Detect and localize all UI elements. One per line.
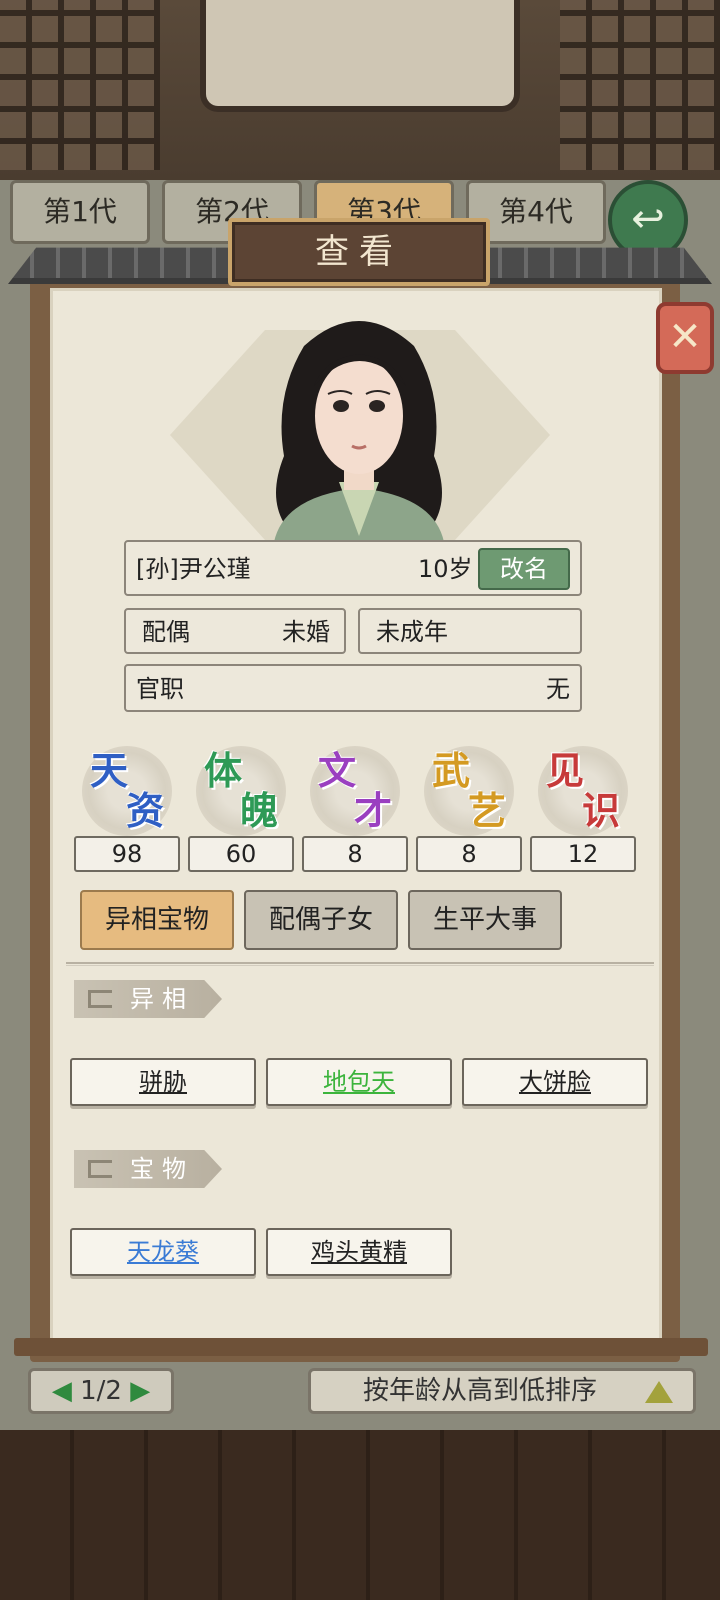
attribute-char-2: 才 [354,788,393,833]
dialog-base [14,1338,708,1356]
attribute-talent: 天 资 98 [74,740,180,874]
spouse-row: 配偶 未婚 [124,608,346,654]
name-row: [孙]尹公瑾 10岁 改名 [124,540,582,596]
attribute-value: 12 [530,836,636,872]
treasures-title: 宝物 [130,1155,194,1183]
fret-pattern-icon [88,990,112,1008]
character-name: [孙]尹公瑾 [136,555,251,583]
trait-item[interactable]: 骈胁 [70,1058,256,1106]
sort-button[interactable]: 按年龄从高到低排序 [308,1368,696,1414]
adult-status-row: 未成年 [358,608,582,654]
character-age: 10岁 [418,555,473,583]
trait-item[interactable]: 大饼脸 [462,1058,648,1106]
office-label: 官职 [136,675,184,703]
tab-traits-treasures[interactable]: 异相宝物 [80,890,234,950]
prev-page-icon[interactable]: ◀ [52,1376,72,1406]
character-portrait [274,321,444,542]
lattice-window-left [0,0,160,170]
attribute-value: 98 [74,836,180,872]
attribute-martial: 武 艺 8 [416,740,522,874]
page-number: 1/2 [80,1376,122,1406]
tab-generation-1[interactable]: 第1代 [10,180,150,244]
tab-spouse-children[interactable]: 配偶子女 [244,890,398,950]
spouse-label: 配偶 [142,618,190,646]
fret-pattern-icon [88,1160,112,1178]
office-row: 官职 无 [124,664,582,712]
tab-life-events[interactable]: 生平大事 [408,890,562,950]
section-divider [66,962,654,966]
background-floor [0,1430,720,1600]
return-arrow-icon: ↩ [631,196,665,242]
attribute-char-1: 见 [546,748,585,793]
treasure-item[interactable]: 天龙葵 [70,1228,256,1276]
attribute-char-2: 识 [582,788,621,833]
dialog-title-plate: 查看 [228,218,490,286]
attribute-value: 60 [188,836,294,872]
sort-triangle-icon [645,1381,673,1403]
attribute-char-1: 文 [318,748,357,793]
sort-label: 按年龄从高到低排序 [363,1376,598,1406]
close-button[interactable]: ✕ [656,302,714,374]
attribute-char-1: 体 [204,748,243,793]
dialog-title: 查看 [315,232,403,272]
spouse-value: 未婚 [282,618,330,646]
rename-button[interactable]: 改名 [478,548,570,590]
treasures-banner: 宝物 [74,1150,222,1188]
trait-item[interactable]: 地包天 [266,1058,452,1106]
office-value: 无 [546,675,570,703]
attribute-char-1: 天 [90,748,129,793]
adult-status: 未成年 [376,618,448,646]
orchid-painting [200,0,520,112]
traits-title: 异相 [130,985,194,1013]
attribute-knowledge: 见 识 12 [530,740,636,874]
lattice-window-right [560,0,720,170]
attribute-value: 8 [416,836,522,872]
attribute-literary: 文 才 8 [302,740,408,874]
traits-banner: 异相 [74,980,222,1018]
attribute-char-2: 魄 [240,788,279,833]
attribute-char-1: 武 [432,748,471,793]
close-icon: ✕ [668,314,702,360]
treasure-item[interactable]: 鸡头黄精 [266,1228,452,1276]
attribute-physique: 体 魄 60 [188,740,294,874]
attribute-value: 8 [302,836,408,872]
page-indicator[interactable]: ◀ 1/2 ▶ [28,1368,174,1414]
attribute-char-2: 艺 [468,788,507,833]
next-page-icon[interactable]: ▶ [130,1376,150,1406]
attribute-char-2: 资 [126,788,165,833]
